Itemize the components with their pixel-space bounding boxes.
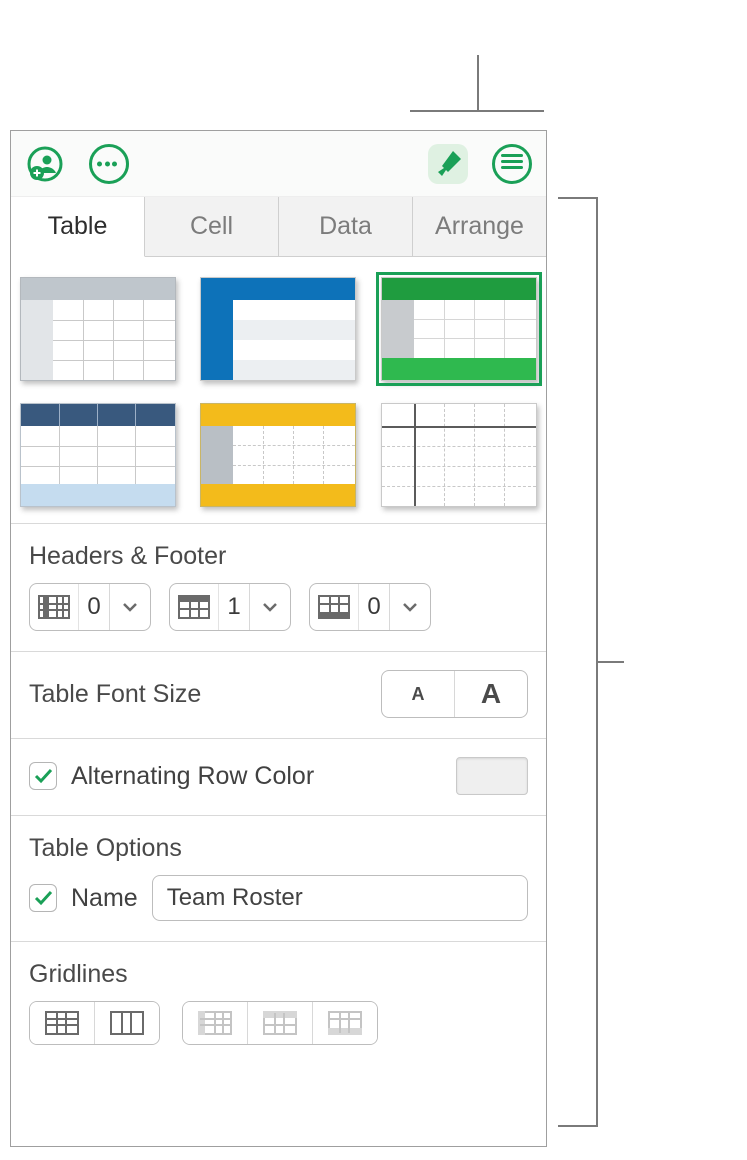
ellipsis-icon <box>89 144 129 184</box>
tab-cell[interactable]: Cell <box>145 197 279 257</box>
header-rows-value: 1 <box>219 593 249 621</box>
alt-row-color-swatch[interactable] <box>456 757 528 795</box>
header-rows-stepper[interactable]: 1 <box>169 583 291 631</box>
toolbar <box>11 131 546 197</box>
headers-footer-section: Headers & Footer 0 <box>11 524 546 652</box>
table-font-size-section: Table Font Size A A <box>11 652 546 739</box>
section-title: Table Options <box>29 834 532 863</box>
table-name-label: Name <box>71 884 138 913</box>
table-style-thumb-6[interactable] <box>381 403 537 507</box>
alt-row-section: Alternating Row Color <box>11 739 546 816</box>
gridlines-header-cols-button[interactable] <box>183 1002 247 1044</box>
gridlines-body-horizontal-button[interactable] <box>30 1002 94 1044</box>
table-name-checkbox[interactable] <box>29 884 57 912</box>
alt-row-checkbox[interactable] <box>29 762 57 790</box>
grid-horizontal-icon <box>45 1011 79 1035</box>
table-style-thumb-1[interactable] <box>20 277 176 381</box>
gridlines-header-rows-button[interactable] <box>247 1002 312 1044</box>
view-options-button[interactable] <box>492 144 532 184</box>
chevron-down-icon[interactable] <box>249 584 290 630</box>
font-size-increase-button[interactable]: A <box>454 671 527 717</box>
add-collaborator-button[interactable] <box>25 144 65 184</box>
tab-label: Arrange <box>435 212 524 241</box>
table-name-input[interactable] <box>152 875 528 921</box>
header-columns-stepper[interactable]: 0 <box>29 583 151 631</box>
grid-footer-rows-icon <box>328 1011 362 1035</box>
callout-line <box>558 197 598 199</box>
gridlines-body-vertical-button[interactable] <box>94 1002 159 1044</box>
footer-rows-stepper[interactable]: 0 <box>309 583 431 631</box>
gridlines-header-segment <box>182 1001 378 1045</box>
more-button[interactable] <box>89 144 129 184</box>
alt-row-label: Alternating Row Color <box>71 762 314 791</box>
paintbrush-icon <box>431 147 465 181</box>
format-button[interactable] <box>428 144 468 184</box>
gridlines-footer-rows-button[interactable] <box>312 1002 377 1044</box>
footer-rows-icon <box>318 595 350 619</box>
tab-arrange[interactable]: Arrange <box>413 197 546 257</box>
tab-table[interactable]: Table <box>11 197 145 257</box>
table-style-thumb-2[interactable] <box>200 277 356 381</box>
grid-vertical-icon <box>110 1011 144 1035</box>
callout-line <box>596 661 624 663</box>
header-rows-icon <box>178 595 210 619</box>
inspector-tabs: Table Cell Data Arrange <box>11 197 546 257</box>
section-title: Table Font Size <box>29 680 201 709</box>
chevron-down-icon[interactable] <box>109 584 150 630</box>
grid-header-cols-icon <box>198 1011 232 1035</box>
font-size-segment: A A <box>381 670 528 718</box>
tab-label: Data <box>319 212 372 241</box>
callout-line <box>558 1125 598 1127</box>
chevron-down-icon[interactable] <box>389 584 430 630</box>
add-person-icon <box>27 146 63 182</box>
header-columns-value: 0 <box>79 593 109 621</box>
font-size-decrease-button[interactable]: A <box>382 671 454 717</box>
callout-line <box>410 110 544 112</box>
table-style-gallery <box>11 257 546 524</box>
callout-line <box>477 55 479 110</box>
gridlines-section: Gridlines <box>11 942 546 1065</box>
grid-header-rows-icon <box>263 1011 297 1035</box>
table-style-thumb-3[interactable] <box>381 277 537 381</box>
table-options-section: Table Options Name <box>11 816 546 942</box>
table-style-thumb-5[interactable] <box>200 403 356 507</box>
section-title: Headers & Footer <box>29 542 532 571</box>
format-inspector-panel: Table Cell Data Arrange <box>10 130 547 1147</box>
tab-label: Table <box>48 212 108 241</box>
gridlines-body-segment <box>29 1001 160 1045</box>
footer-rows-value: 0 <box>359 593 389 621</box>
header-columns-icon <box>38 595 70 619</box>
table-style-thumb-4[interactable] <box>20 403 176 507</box>
menu-icon <box>492 144 532 184</box>
tab-label: Cell <box>190 212 233 241</box>
section-title: Gridlines <box>29 960 532 989</box>
tab-data[interactable]: Data <box>279 197 413 257</box>
